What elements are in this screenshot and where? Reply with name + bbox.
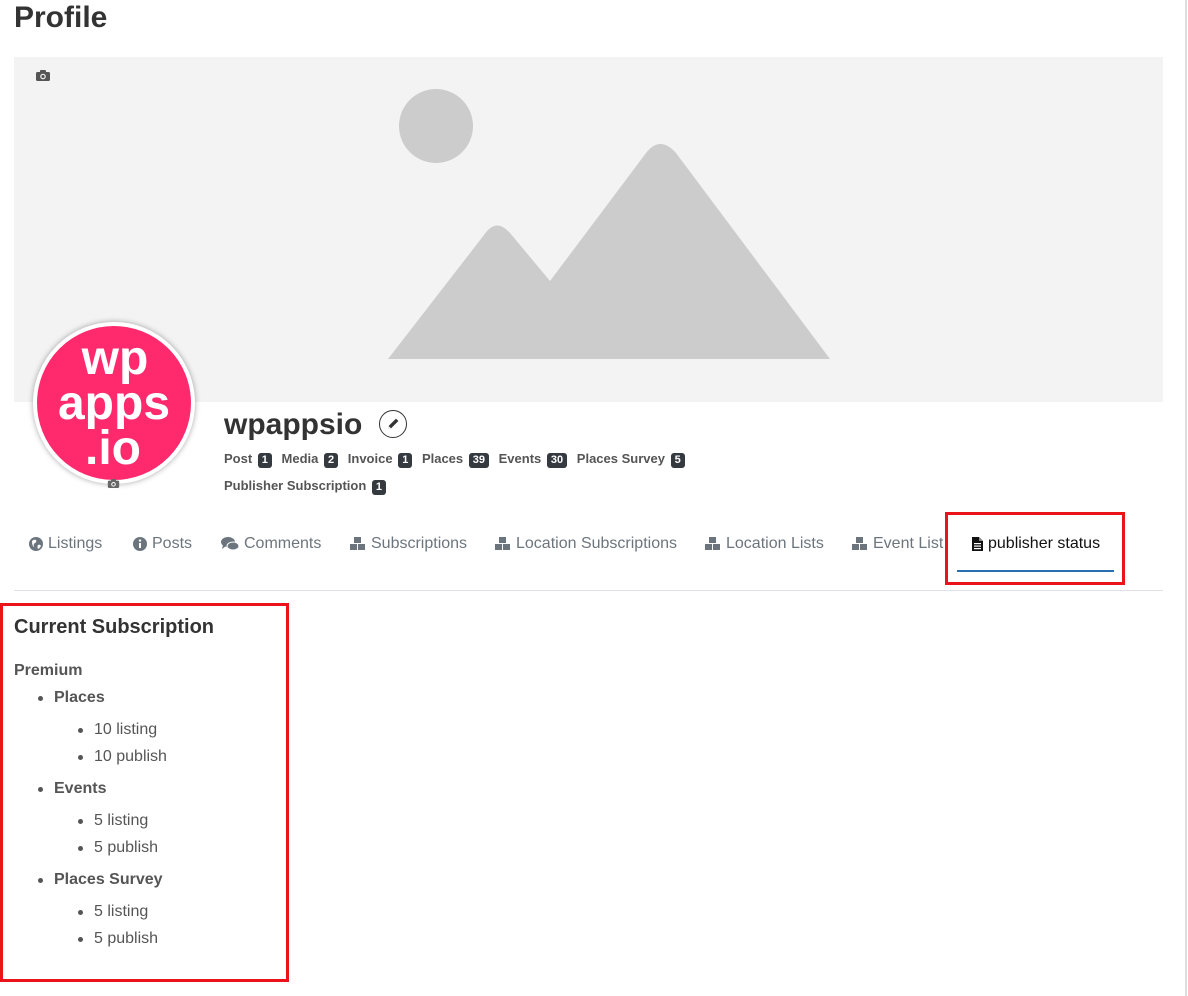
stat-count-badge: 5	[670, 453, 685, 468]
cover-camera-icon[interactable]	[35, 69, 51, 82]
feature-item: Places	[38, 689, 105, 706]
stat-count-badge: 30	[546, 453, 568, 468]
stat-media[interactable]: Media 2	[282, 450, 339, 468]
feature-detail: 5 publish	[77, 930, 159, 947]
stat-places-survey[interactable]: Places Survey 5	[577, 450, 685, 468]
info-icon	[133, 537, 147, 551]
feature-detail: 5 listing	[77, 812, 149, 829]
feature-item: Events	[37, 780, 107, 797]
feature-detail: 5 publish	[77, 839, 159, 856]
tab-subscriptions[interactable]: Subscriptions	[349, 534, 467, 554]
tab-event-list[interactable]: Event List	[851, 534, 943, 554]
stat-post[interactable]: Post 1	[224, 450, 272, 468]
stat-places[interactable]: Places 39	[422, 450, 490, 468]
avatar-logo: wp apps .io	[58, 332, 170, 475]
profile-stats-row: Post 1 Media 2 Invoice 1 Places 39 Event…	[224, 450, 691, 468]
feature-detail: 10 listing	[77, 721, 158, 738]
feature-detail: 10 publish	[78, 748, 167, 765]
feature-detail: 5 listing	[77, 903, 149, 920]
cubes-icon	[705, 537, 720, 550]
page-right-border	[1185, 0, 1187, 996]
stat-count-badge: 1	[398, 453, 413, 468]
tab-listings[interactable]: Listings	[28, 534, 102, 554]
cubes-icon	[852, 537, 867, 550]
stat-publisher-subscription[interactable]: Publisher Subscription 1	[224, 477, 387, 495]
edit-profile-button[interactable]	[379, 410, 407, 438]
tab-comments[interactable]: Comments	[220, 534, 321, 554]
tab-posts[interactable]: Posts	[132, 534, 192, 554]
page-title: Profile	[14, 1, 108, 34]
avatar-logo-line-3: .io	[85, 422, 141, 475]
active-tab-indicator	[957, 570, 1114, 572]
stat-count-badge: 1	[371, 480, 387, 495]
tab-location-subscriptions[interactable]: Location Subscriptions	[494, 534, 677, 554]
comments-icon	[221, 537, 240, 551]
feature-item: Places Survey	[38, 871, 163, 888]
subscription-heading: Current Subscription	[14, 616, 215, 638]
avatar: wp apps .io	[33, 322, 195, 484]
tab-publisher-status[interactable]: publisher status	[970, 534, 1100, 554]
stat-invoice[interactable]: Invoice 1	[348, 450, 413, 468]
highlight-box-panel	[0, 603, 289, 982]
profile-stats-row: Publisher Subscription 1	[224, 477, 392, 495]
stat-count-badge: 1	[257, 453, 272, 468]
cubes-icon	[495, 537, 510, 550]
globe-icon	[29, 537, 43, 551]
pencil-icon	[388, 418, 399, 429]
username: wpappsio	[224, 408, 363, 441]
cubes-icon	[350, 537, 365, 550]
profile-tabs: Listings Posts Comments Subscriptions Lo…	[14, 520, 1163, 591]
stat-events[interactable]: Events 30	[499, 450, 568, 468]
plan-name: Premium	[14, 662, 83, 679]
stat-count-badge: 39	[468, 453, 490, 468]
document-icon	[972, 537, 983, 551]
tab-location-lists[interactable]: Location Lists	[704, 534, 824, 554]
stat-count-badge: 2	[324, 453, 339, 468]
avatar-camera-icon[interactable]	[107, 478, 120, 489]
